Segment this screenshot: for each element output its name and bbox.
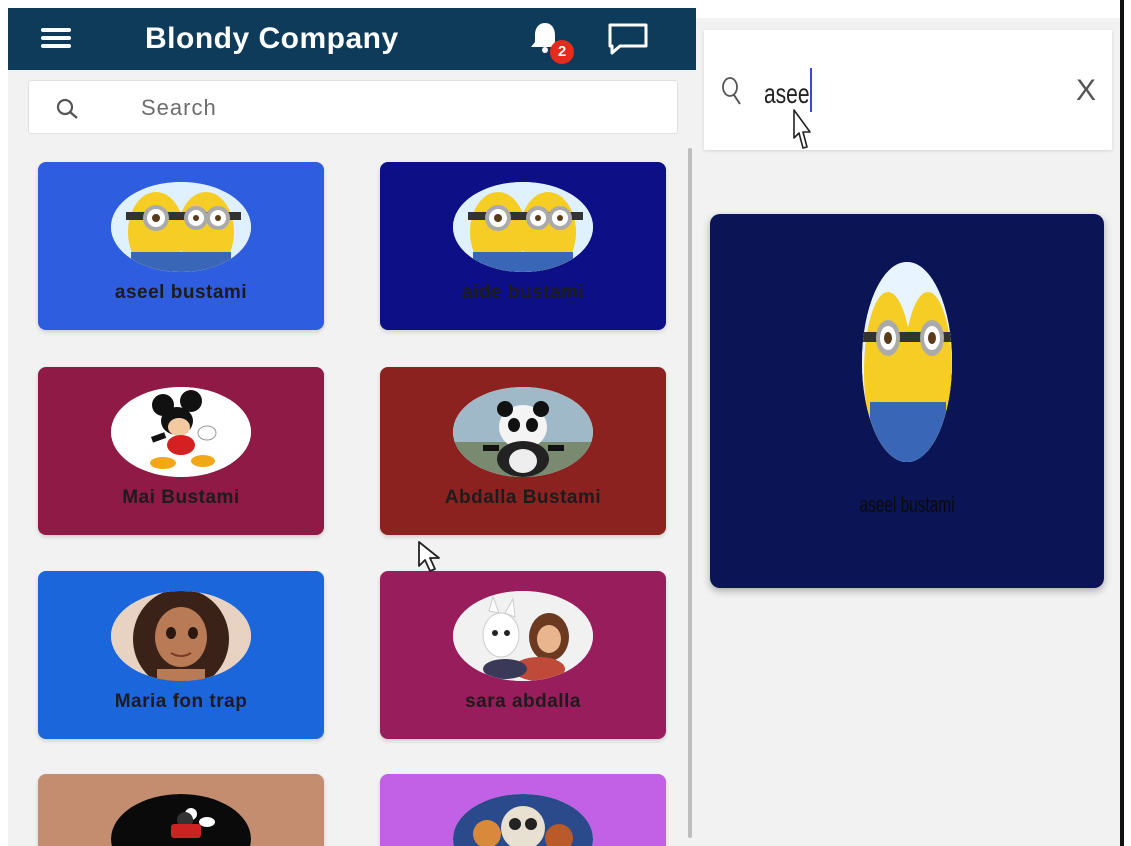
bolt-girl-avatar-icon [453, 591, 593, 681]
search-input[interactable]: asee [764, 78, 810, 110]
chat-icon[interactable] [606, 22, 650, 56]
contact-name: Abdalla Bustami [444, 487, 602, 508]
minions-avatar-icon [111, 182, 251, 272]
search-bar[interactable]: asee X [704, 30, 1112, 150]
left-phone-screen: aseel bustami aide bustami Mai Bustami A… [8, 8, 696, 846]
contact-card[interactable] [38, 774, 324, 846]
contact-name: aide bustami [461, 282, 585, 303]
contact-name: aseel bustami [114, 282, 248, 303]
search-input[interactable] [141, 91, 641, 125]
contact-card[interactable]: Abdalla Bustami [380, 367, 666, 535]
contact-name: Mai Bustami [122, 487, 240, 508]
app-bar: Blondy Company 2 [8, 8, 696, 70]
search-bar[interactable] [28, 80, 678, 134]
notification-badge: 2 [550, 40, 574, 64]
contact-name: sara abdalla [465, 691, 581, 712]
contact-card[interactable]: Mai Bustami [38, 367, 324, 535]
app-title: Blondy Company [145, 22, 399, 55]
minions-avatar-icon [862, 262, 952, 462]
panda-avatar-icon [453, 387, 593, 477]
coco-avatar-icon [453, 794, 593, 846]
contact-card[interactable]: aseel bustami [38, 162, 324, 330]
mickey-dark-avatar-icon [111, 794, 251, 846]
window-edge [1120, 0, 1124, 846]
text-caret [810, 68, 812, 112]
search-icon [56, 98, 78, 119]
minions-avatar-icon [453, 182, 593, 272]
search-result-card[interactable]: aseel bustami [710, 214, 1104, 588]
menu-icon[interactable] [41, 28, 71, 50]
contact-card[interactable]: aide bustami [380, 162, 666, 330]
clear-search-button[interactable]: X [1076, 74, 1096, 108]
right-phone-screen: asee X aseel bustami [696, 18, 1120, 846]
mickey-avatar-icon [111, 387, 251, 477]
contact-name: Maria fon trap [114, 691, 248, 712]
contact-card[interactable] [380, 774, 666, 846]
contact-name: aseel bustami [859, 492, 955, 517]
search-icon [722, 77, 741, 105]
notifications-button[interactable]: 2 [528, 20, 574, 64]
moana-avatar-icon [111, 591, 251, 681]
scrollbar[interactable] [688, 148, 692, 838]
contact-card[interactable]: sara abdalla [380, 571, 666, 739]
contact-card[interactable]: Maria fon trap [38, 571, 324, 739]
mouse-pointer-icon [418, 541, 440, 572]
mouse-pointer-icon [793, 109, 811, 149]
